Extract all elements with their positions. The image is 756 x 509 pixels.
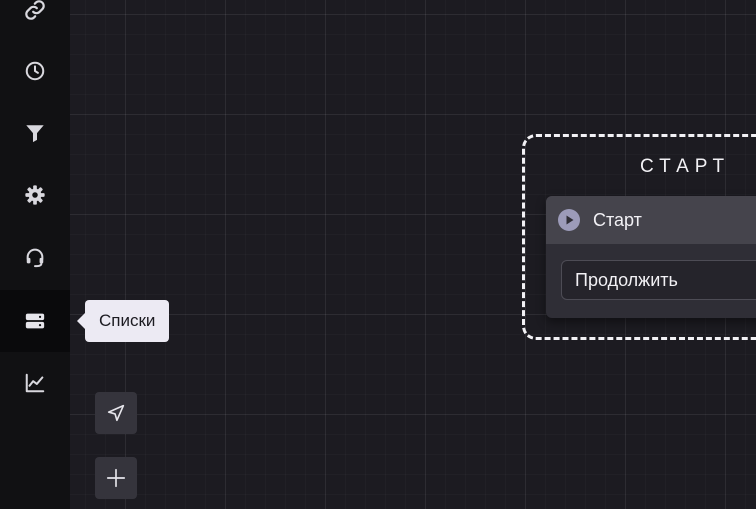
sidebar-item-filter[interactable]	[0, 102, 70, 164]
clock-icon	[25, 61, 45, 81]
sidebar-item-lists[interactable]	[0, 290, 70, 352]
sidebar	[0, 0, 70, 509]
start-node[interactable]: Старт Продолжить	[546, 196, 756, 318]
sidebar-item-links[interactable]	[0, 0, 70, 41]
zoom-in-button[interactable]	[95, 457, 137, 499]
start-group-title: СТАРТ	[640, 156, 731, 177]
start-node-title: Старт	[593, 210, 642, 230]
navigation-arrow-icon	[107, 404, 125, 422]
lists-icon	[25, 313, 45, 329]
sidebar-item-history[interactable]	[0, 40, 70, 102]
play-circle-icon	[558, 209, 580, 231]
sidebar-item-settings[interactable]	[0, 164, 70, 226]
filter-icon	[26, 125, 44, 143]
plus-icon	[106, 468, 126, 488]
sidebar-item-analytics[interactable]	[0, 352, 70, 414]
start-node-header[interactable]: Старт	[546, 196, 756, 244]
headset-icon	[26, 248, 44, 268]
continue-button[interactable]: Продолжить	[561, 260, 756, 300]
link-icon	[25, 0, 45, 20]
chart-line-icon	[25, 373, 45, 393]
sidebar-item-support[interactable]	[0, 226, 70, 288]
app-root: Списки СТАРТ Старт Продолжить	[0, 0, 756, 509]
navigate-button[interactable]	[95, 392, 137, 434]
sidebar-tooltip: Списки	[76, 300, 170, 342]
gear-icon	[25, 185, 45, 205]
